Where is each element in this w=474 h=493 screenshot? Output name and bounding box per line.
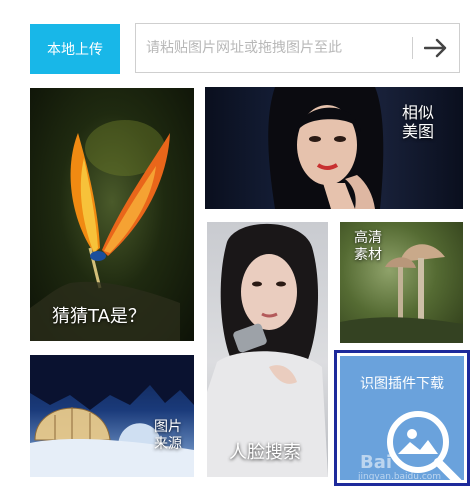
tile-plugin-download[interactable]: 识图插件下载 Bai jingyan.baidu.com (334, 350, 470, 486)
tile-source[interactable]: 图片 来源 (30, 355, 194, 477)
tile-guess-label: 猜猜TA是？ (52, 306, 146, 327)
tile-similar-label: 相似 美图 (402, 103, 434, 141)
tile-face-search[interactable]: 人脸搜索 (207, 222, 328, 477)
tile-similar-label-line2: 美图 (402, 122, 435, 142)
tile-hd-label-line1: 高清 (354, 230, 382, 246)
arrow-right-icon (424, 38, 447, 58)
plugin-watermark-url: jingyan.baidu.com (358, 472, 442, 482)
plugin-watermark: Bai (360, 452, 393, 473)
tile-source-label-line1: 图片 (154, 419, 182, 435)
search-go-button[interactable] (413, 24, 459, 72)
image-url-input[interactable] (136, 24, 412, 72)
tile-hd-label-line2: 素材 (354, 246, 382, 263)
tile-hd[interactable]: 高清 素材 (340, 222, 463, 343)
tile-similar[interactable]: 相似 美图 (205, 87, 463, 209)
tile-hd-label: 高清 素材 (354, 230, 382, 264)
local-upload-button[interactable]: 本地上传 (30, 24, 120, 74)
tile-face-search-label: 人脸搜索 (229, 442, 301, 463)
plugin-panel: 识图插件下载 Bai jingyan.baidu.com (340, 356, 464, 483)
search-box (135, 23, 460, 73)
butterfly-photo (30, 120, 180, 341)
tile-similar-label-line1: 相似 (402, 103, 435, 122)
tile-plugin-label: 识图插件下载 (360, 376, 444, 392)
woman-phone-photo (207, 223, 328, 477)
tile-guess[interactable]: 猜猜TA是？ (30, 88, 194, 341)
tile-source-label-line2: 来源 (154, 435, 182, 452)
tile-source-label: 图片 来源 (154, 419, 182, 453)
igloo-night-photo (30, 355, 194, 477)
